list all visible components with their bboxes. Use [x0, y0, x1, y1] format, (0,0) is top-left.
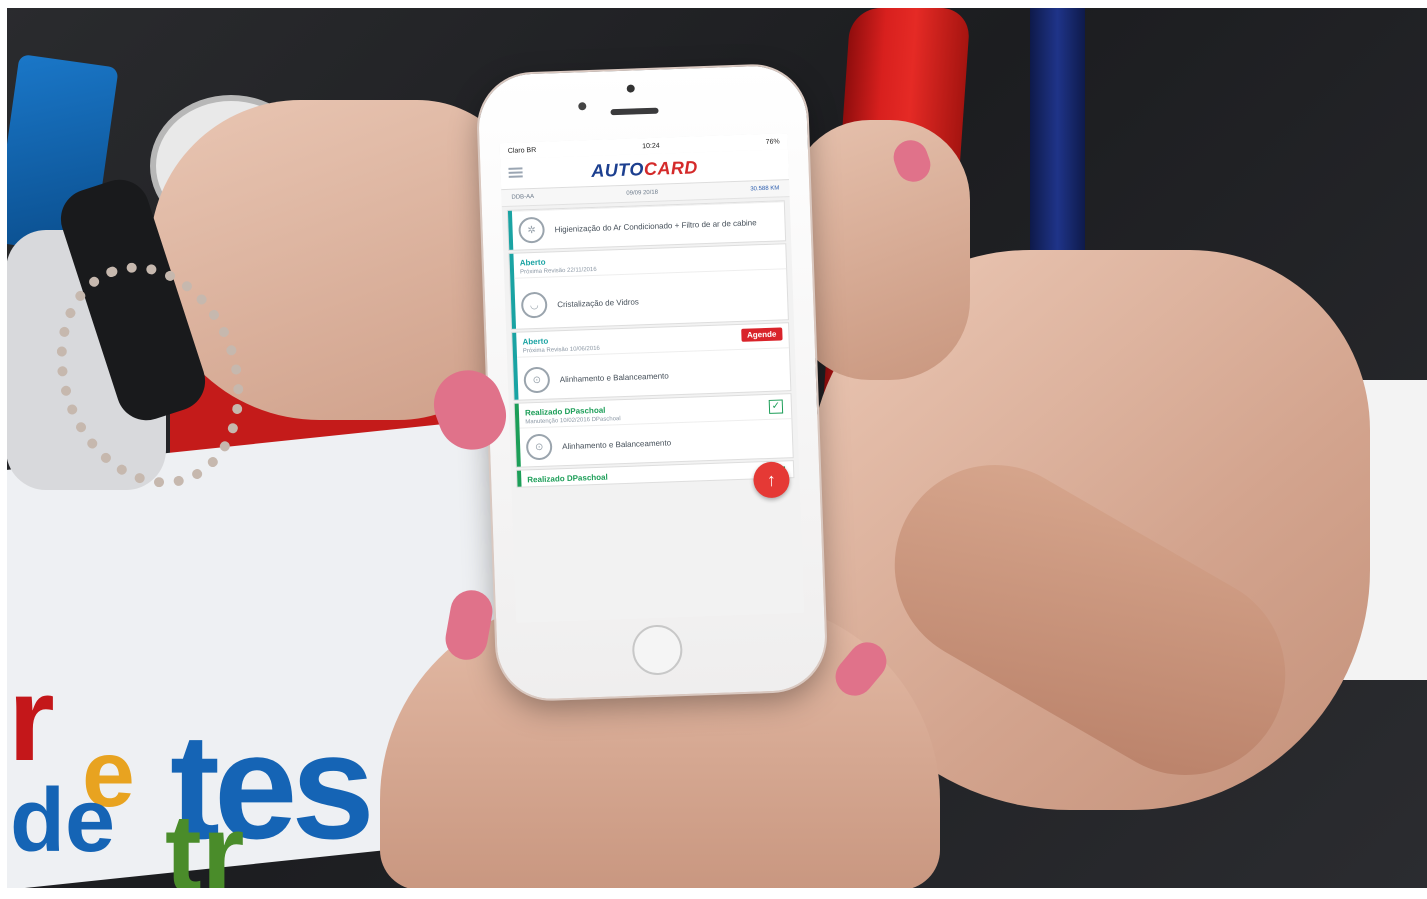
service-list[interactable]: ✲ Higienização do Ar Condicionado + Filt…	[502, 201, 799, 487]
vehicle-plate: DDB-AA	[511, 194, 535, 201]
phone-screen: Claro BR 10:24 76% AUTOCARD DDB-AA 09/09…	[499, 133, 805, 623]
steering-icon: ⊙	[523, 366, 551, 394]
service-name: Cristalização de Vidros	[557, 296, 639, 309]
agende-button[interactable]: Agende	[740, 327, 783, 342]
iphone: Claro BR 10:24 76% AUTOCARD DDB-AA 09/09…	[477, 64, 827, 701]
left-border	[0, 0, 7, 899]
clock: 10:24	[642, 142, 660, 150]
carrier-label: Claro BR	[507, 146, 537, 155]
scroll-top-arrow-icon[interactable]: ↑	[752, 461, 791, 499]
proximity-sensor	[578, 102, 587, 111]
hamburger-menu-icon[interactable]	[508, 167, 523, 178]
service-status: Realizado DPaschoal	[527, 472, 608, 485]
service-name: Higienização do Ar Condicionado + Filtro…	[554, 217, 757, 234]
banner-letters-de: de	[10, 771, 116, 871]
earpiece-speaker	[610, 107, 659, 116]
fan-icon: ✲	[518, 216, 546, 244]
right-hand-fingers	[790, 120, 970, 380]
front-camera	[626, 84, 635, 93]
vehicle-date: 09/09 20/18	[626, 189, 659, 197]
top-border	[0, 0, 1427, 8]
logo-card: CARD	[643, 156, 699, 179]
bottom-border	[0, 888, 1427, 899]
battery-level: 76%	[765, 137, 780, 146]
home-button[interactable]	[631, 624, 684, 676]
glass-icon: ◡	[520, 291, 548, 319]
service-card[interactable]: ✲ Higienização do Ar Condicionado + Filt…	[507, 201, 786, 250]
service-name: Alinhamento e Balanceamento	[559, 370, 669, 384]
banner-letter-r: r	[8, 652, 55, 786]
banner-letters-tr: tr	[165, 792, 245, 899]
check-icon[interactable]: ✓	[768, 399, 784, 414]
service-card[interactable]: Aberto Próxima Revisão 22/11/2016 ◡ Cris…	[509, 244, 788, 329]
vehicle-km[interactable]: 30.588 KM	[750, 185, 779, 192]
steering-icon: ⊙	[525, 433, 553, 461]
logo-auto: AUTO	[590, 158, 645, 181]
service-name: Alinhamento e Balanceamento	[562, 437, 672, 451]
service-card[interactable]: ✓ Realizado DPaschoal Manutenção 10/02/2…	[514, 394, 793, 467]
autocard-logo: AUTOCARD	[591, 157, 698, 182]
service-card[interactable]: Agende Aberto Próxima Revisão 10/06/2016…	[512, 323, 791, 400]
photo-scene: r e tes de tr Claro BR 10:24 76% AUTOCAR…	[0, 0, 1427, 899]
